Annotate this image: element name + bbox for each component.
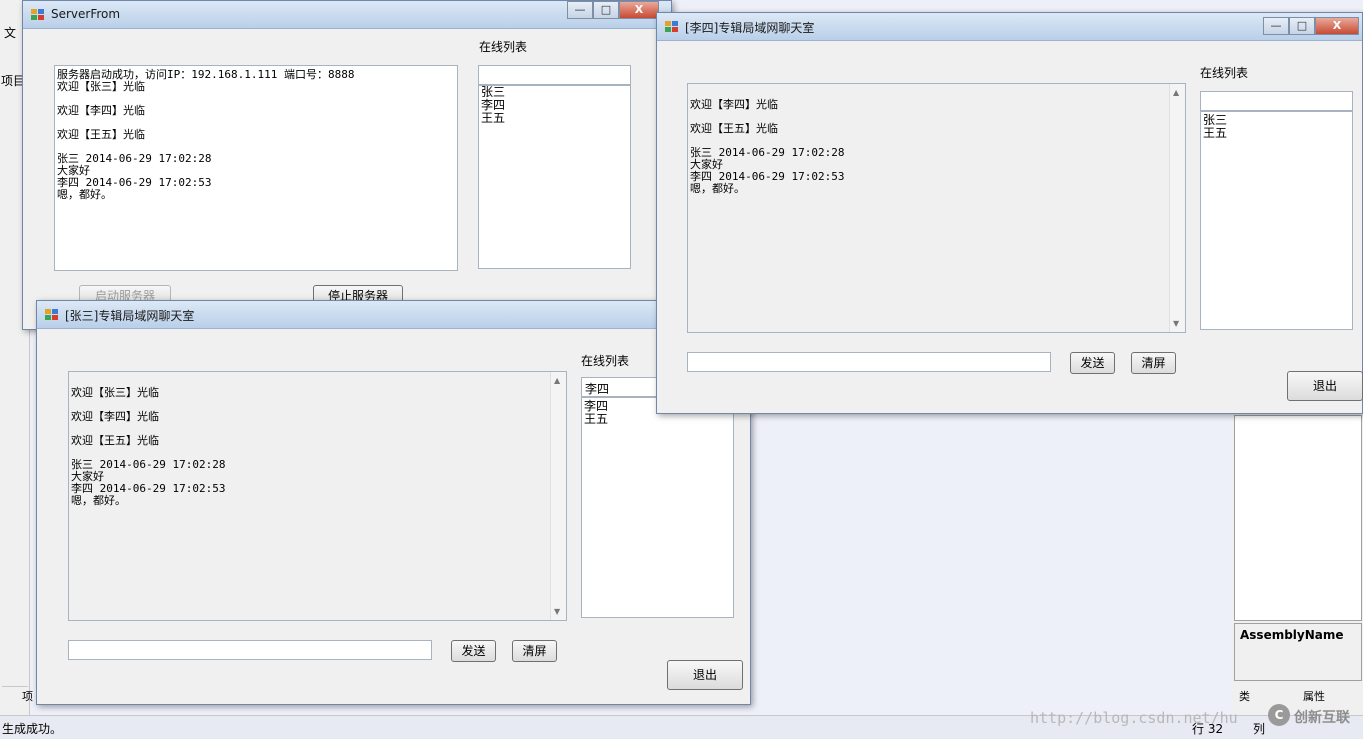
close-button[interactable]: X [1315,17,1359,35]
chat-message-line: 欢迎【李四】光临 [690,98,778,111]
online-user-list[interactable]: 张三 王五 [1200,111,1353,330]
server-title: ServerFrom [51,7,121,21]
maximize-button[interactable]: □ [593,1,619,19]
zhangsan-message-box[interactable]: 欢迎【张三】光临 欢迎【李四】光临 欢迎【王五】光临 张三 2014-06-29 17… [68,371,567,621]
send-button[interactable]: 发送 [451,640,496,662]
properties-tab[interactable]: 属性 [1303,688,1325,704]
ide-properties-panel: AssemblyName 类 属性 [1233,380,1363,715]
app-icon [45,309,58,320]
close-button[interactable]: X [619,1,659,19]
zhangsan-title: [张三]专辑局域网聊天室 [65,309,195,323]
chat-message-line: 欢迎【王五】光临 [71,434,159,447]
online-user-item: 王五 [584,412,609,426]
chat-message-line: 欢迎【王五】光临 [690,122,778,135]
clear-button[interactable]: 清屏 [512,640,557,662]
server-window: ServerFrom — □ X 服务器启动成功，访问IP：192.168.1.… [22,0,672,330]
scroll-up-icon[interactable]: ▲ [1173,88,1179,97]
properties-description: AssemblyName [1234,623,1362,681]
build-status-text: 生成成功。 [2,722,63,736]
online-user-item: 王五 [481,111,506,125]
ide-file-menu[interactable]: 文 [4,24,16,41]
log-line: 欢迎【王五】光临 [57,128,145,141]
zhangsan-title-bar[interactable]: [张三]专辑局域网聊天室 [37,301,750,329]
lisi-chat-window: [李四]专辑局域网聊天室 — □ X 欢迎【李四】光临 欢迎【王五】光临 张三 20… [656,12,1363,414]
ide-bottom-tab-label: 项 [22,690,33,703]
app-icon [31,9,44,20]
scroll-up-icon[interactable]: ▲ [554,376,560,385]
online-user-list[interactable]: 张三 李四 王五 [478,85,631,269]
online-user-list[interactable]: 李四 王五 [581,397,734,618]
lisi-message-box[interactable]: 欢迎【李四】光临 欢迎【王五】光临 张三 2014-06-29 17:02:28 大… [687,83,1186,333]
zhangsan-chat-window: [张三]专辑局域网聊天室 欢迎【张三】光临 欢迎【李四】光临 欢迎【王五】光临 张三 … [36,300,751,705]
col-indicator: 列 [1253,722,1266,736]
online-search-input[interactable] [478,65,631,85]
online-search-input[interactable] [1200,91,1353,111]
server-title-bar[interactable]: ServerFrom — □ X [23,1,671,29]
log-line: 欢迎【李四】光临 [57,104,145,117]
online-list-label: 在线列表 [479,40,528,54]
minimize-button[interactable]: — [567,1,593,19]
online-list-label: 在线列表 [581,354,630,368]
online-user-item: 王五 [1203,126,1228,140]
watermark-brand: 创新互联 [1294,710,1350,726]
scroll-down-icon[interactable]: ▼ [554,607,560,616]
ide-bottom-tab[interactable]: 项 [2,686,33,703]
message-input[interactable] [68,640,432,660]
scroll-down-icon[interactable]: ▼ [1173,319,1179,328]
maximize-button[interactable]: □ [1289,17,1315,35]
log-line: 欢迎【张三】光临 [57,80,145,93]
properties-grid [1234,415,1362,621]
ide-status-bar: 生成成功。 http://blog.csdn.net/hu 行 32 列 C 创… [0,704,1363,739]
online-list-label: 在线列表 [1200,66,1249,80]
app-icon [665,21,678,32]
exit-button[interactable]: 退出 [1287,371,1363,401]
chat-message-line: 嗯，都好。 [71,494,126,507]
chat-message-line: 嗯，都好。 [690,182,745,195]
assembly-name-label: AssemblyName [1240,628,1344,642]
lisi-title-bar[interactable]: [李四]专辑局域网聊天室 — □ X [657,13,1362,41]
server-log-box[interactable]: 服务器启动成功，访问IP：192.168.1.111 端口号：8888 欢迎【张三… [54,65,458,271]
message-scrollbar[interactable]: ▲ ▼ [1169,84,1185,332]
clear-button[interactable]: 清屏 [1131,352,1176,374]
online-search-value: 李四 [585,382,610,396]
chat-message-line: 欢迎【张三】光临 [71,386,159,399]
minimize-button[interactable]: — [1263,17,1289,35]
log-line: 嗯，都好。 [57,188,112,201]
row-indicator: 行 32 [1192,722,1224,736]
message-input[interactable] [687,352,1051,372]
message-scrollbar[interactable]: ▲ ▼ [550,372,566,620]
send-button[interactable]: 发送 [1070,352,1115,374]
exit-button[interactable]: 退出 [667,660,743,690]
brand-logo-icon: C [1268,704,1290,726]
lisi-title: [李四]专辑局域网聊天室 [685,21,815,35]
class-view-tab[interactable]: 类 [1239,688,1250,704]
chat-message-line: 欢迎【李四】光临 [71,410,159,423]
